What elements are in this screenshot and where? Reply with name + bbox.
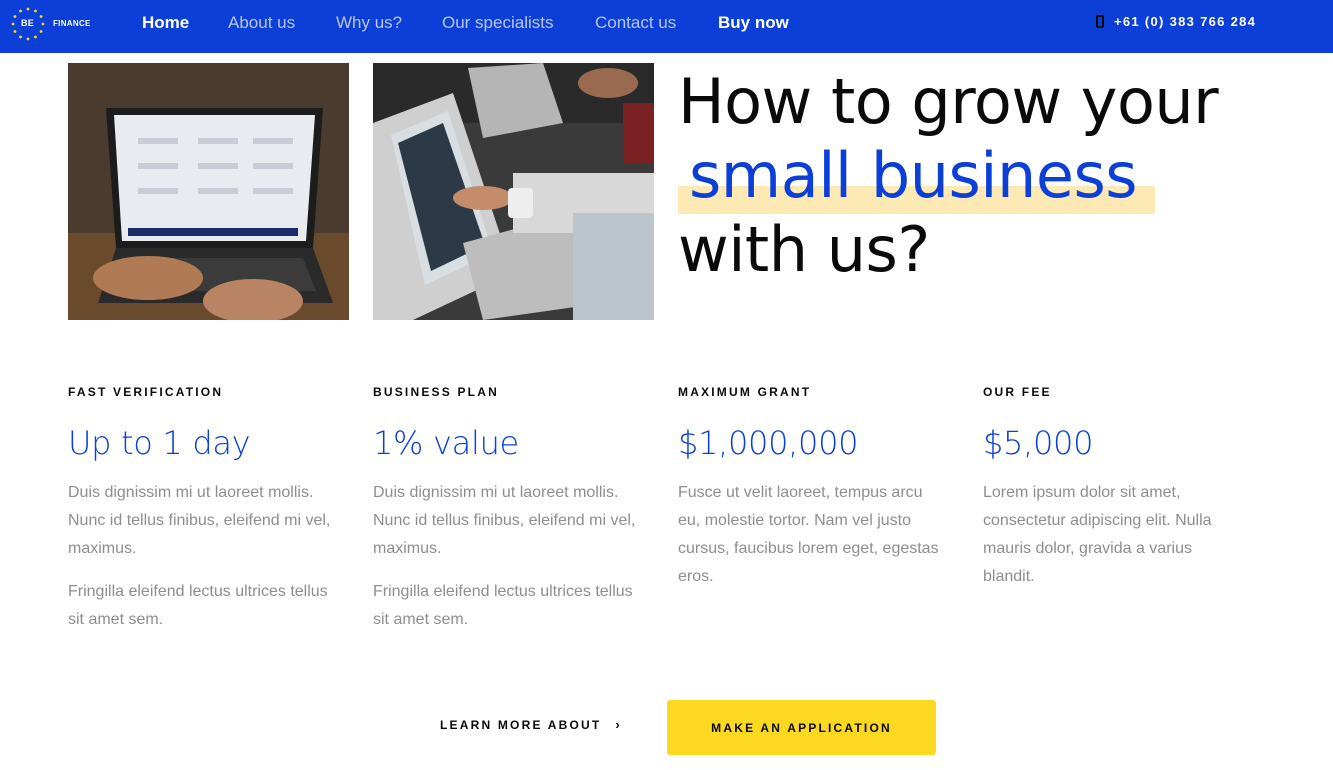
chevron-right-icon: › bbox=[615, 717, 620, 732]
feature-value: $1,000,000 bbox=[678, 424, 859, 462]
feature-label: OUR FEE bbox=[983, 385, 1052, 399]
feature-maximum-grant: MAXIMUM GRANT $1,000,000 Fusce ut velit … bbox=[678, 385, 943, 591]
nav-why-us[interactable]: Why us? bbox=[336, 13, 402, 33]
feature-fast-verification: FAST VERIFICATION Up to 1 day Duis digni… bbox=[68, 385, 333, 634]
headline-line-2-highlighted: small business bbox=[689, 139, 1138, 212]
feature-label: MAXIMUM GRANT bbox=[678, 385, 812, 399]
learn-more-label: LEARN MORE ABOUT bbox=[440, 717, 602, 732]
feature-business-plan: BUSINESS PLAN 1% value Duis dignissim mi… bbox=[373, 385, 638, 634]
logo-finance-text: FINANCE bbox=[53, 19, 91, 28]
laptop-dashboard-illustration bbox=[68, 63, 349, 320]
feature-label: BUSINESS PLAN bbox=[373, 385, 499, 399]
feature-description: Duis dignissim mi ut laoreet mollis. Nun… bbox=[373, 484, 636, 557]
pointing-laptop-illustration bbox=[373, 63, 654, 320]
nav-contact-us[interactable]: Contact us bbox=[595, 13, 676, 33]
learn-more-link[interactable]: LEARN MORE ABOUT › bbox=[440, 717, 620, 732]
laptop-dashboard-photo bbox=[68, 63, 349, 320]
phone-contact[interactable]: +61 (0) 383 766 284 bbox=[1096, 14, 1256, 29]
nav-buy-now[interactable]: Buy now bbox=[718, 13, 789, 33]
feature-our-fee: OUR FEE $5,000 Lorem ipsum dolor sit ame… bbox=[983, 385, 1248, 591]
make-application-label: MAKE AN APPLICATION bbox=[711, 720, 892, 735]
nav-about-us[interactable]: About us bbox=[228, 13, 295, 33]
phone-icon bbox=[1096, 15, 1104, 28]
logo-be-text: BE bbox=[21, 18, 35, 28]
feature-description: Fringilla eleifend lectus ultrices tellu… bbox=[373, 583, 633, 628]
headline-line-1: How to grow your bbox=[678, 65, 1219, 138]
phone-number: +61 (0) 383 766 284 bbox=[1114, 14, 1257, 29]
feature-description: Fusce ut velit laoreet, tempus arcu eu, … bbox=[678, 484, 939, 585]
feature-description: Duis dignissim mi ut laoreet mollis. Nun… bbox=[68, 484, 331, 557]
feature-value: $5,000 bbox=[983, 424, 1094, 462]
be-finance-logo[interactable]: BE FINANCE bbox=[10, 6, 100, 42]
feature-description: Fringilla eleifend lectus ultrices tellu… bbox=[68, 583, 328, 628]
top-navigation-bar: BE FINANCE Home About us Why us? Our spe… bbox=[0, 0, 1333, 53]
pointing-at-laptop-photo bbox=[373, 63, 654, 320]
make-application-button[interactable]: MAKE AN APPLICATION bbox=[667, 700, 936, 755]
nav-home[interactable]: Home bbox=[142, 13, 189, 33]
feature-value: 1% value bbox=[373, 424, 519, 462]
headline-line-3: with us? bbox=[678, 213, 930, 286]
feature-label: FAST VERIFICATION bbox=[68, 385, 224, 399]
nav-our-specialists[interactable]: Our specialists bbox=[442, 13, 553, 33]
feature-value: Up to 1 day bbox=[68, 424, 251, 462]
feature-description: Lorem ipsum dolor sit amet, consectetur … bbox=[983, 484, 1212, 585]
